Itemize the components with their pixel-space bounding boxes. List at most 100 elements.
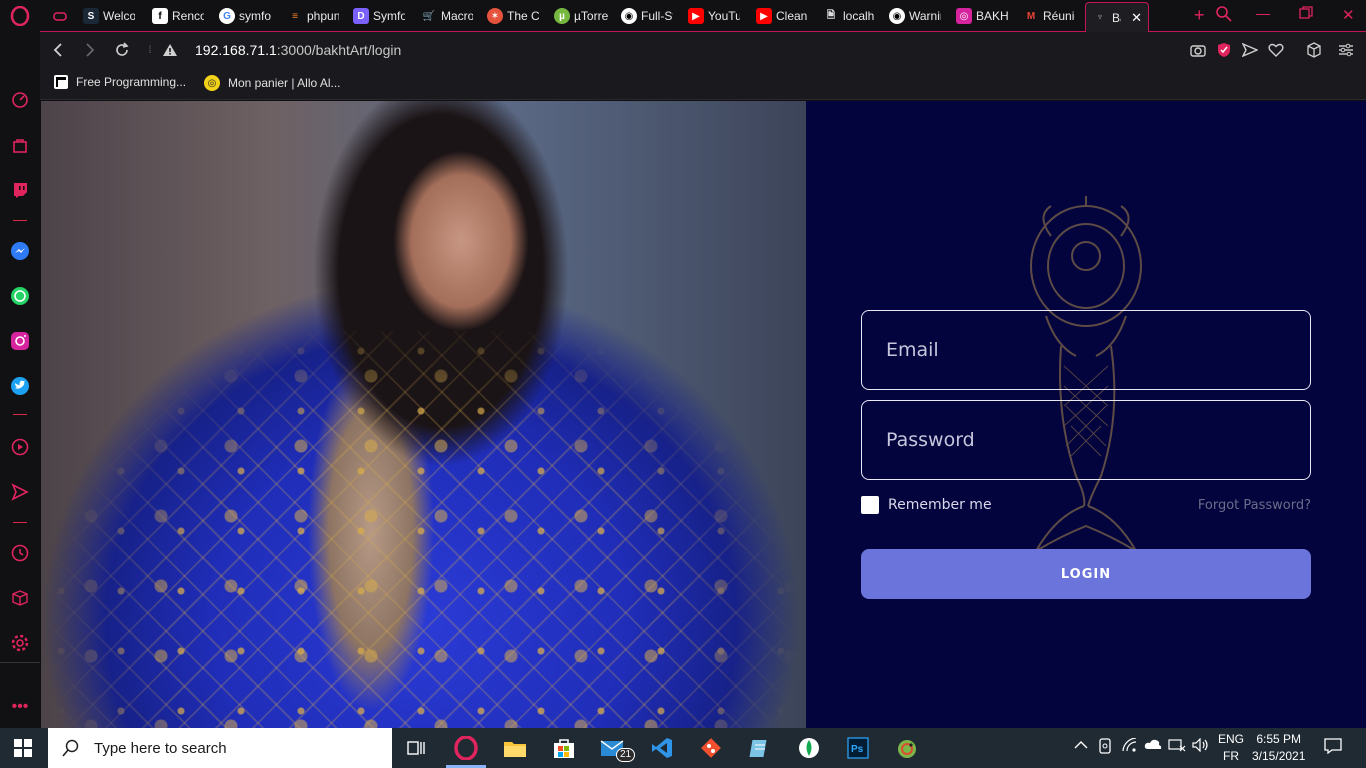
tab-13[interactable]: ◉ Warnir <box>889 4 941 28</box>
volume-icon[interactable] <box>1192 737 1210 755</box>
task-view-icon[interactable] <box>402 734 430 762</box>
bookmark-2[interactable]: ◎ Mon panier | Allo Al... <box>204 75 341 91</box>
bookmark-heart-icon[interactable] <box>1268 42 1284 58</box>
player-icon[interactable] <box>10 437 30 457</box>
windows-taskbar: Type here to search 21 Ps ENG FR 6:55 PM… <box>0 728 1366 768</box>
opera-taskbar-icon[interactable] <box>452 734 480 762</box>
extensions-cube-icon[interactable] <box>1306 42 1322 58</box>
tab-gamer[interactable] <box>52 4 68 28</box>
forward-icon[interactable] <box>80 40 100 60</box>
chameleon-app-icon[interactable] <box>893 734 921 762</box>
youtube-icon: ▶ <box>756 8 772 24</box>
github-icon: ◉ <box>889 8 905 24</box>
tab-10[interactable]: ▶ YouTu <box>688 4 740 28</box>
tab-4[interactable]: ≡ phpun <box>287 4 339 28</box>
search-tabs-icon[interactable] <box>1216 6 1232 25</box>
vscode-icon[interactable] <box>648 734 676 762</box>
messenger-icon[interactable] <box>10 241 30 261</box>
mail-icon[interactable]: 21 <box>599 734 636 762</box>
send-icon[interactable] <box>10 482 30 502</box>
close-window-icon[interactable]: ✕ <box>1342 6 1355 24</box>
easy-setup-icon[interactable] <box>1338 42 1354 58</box>
warning-insecure-icon[interactable] <box>160 40 180 60</box>
snapshot-camera-icon[interactable] <box>1190 42 1206 58</box>
back-icon[interactable] <box>48 40 68 60</box>
gamepad-icon <box>52 8 68 24</box>
mongodb-compass-icon[interactable] <box>795 734 823 762</box>
svg-text:Ps: Ps <box>851 744 864 755</box>
tab-active[interactable]: ♆ Ba ✕ <box>1085 2 1149 32</box>
history-icon[interactable] <box>10 543 30 563</box>
email-field[interactable] <box>861 310 1311 390</box>
close-tab-icon[interactable]: ✕ <box>1131 10 1142 26</box>
tab-8[interactable]: µ µTorre <box>554 4 608 28</box>
microsoft-store-icon[interactable] <box>550 734 578 762</box>
tab-14[interactable]: ◎ BAKH <box>956 4 1008 28</box>
allo-icon: ◎ <box>204 75 220 91</box>
twitter-icon[interactable] <box>10 376 30 396</box>
login-button[interactable]: LOGIN <box>861 549 1311 599</box>
shopping-bag-icon[interactable] <box>10 135 30 155</box>
tab-7[interactable]: ✶ The Cr <box>487 4 539 28</box>
stackoverflow-icon: ≡ <box>292 10 298 22</box>
tab-11[interactable]: ▶ Clean <box>756 4 808 28</box>
address-bar: ⁞ 192.168.71.1:3000/bakhtArt/login <box>40 32 1366 68</box>
tab-12[interactable]: 🗎 localh <box>823 4 875 28</box>
symfony-icon: D <box>353 8 369 24</box>
twitch-icon[interactable] <box>10 180 30 200</box>
taskbar-clock[interactable]: 6:55 PM 3/15/2021 <box>1252 731 1305 765</box>
taskbar-search[interactable]: Type here to search <box>48 728 392 768</box>
remember-me-checkbox[interactable] <box>861 496 879 514</box>
tab-6[interactable]: 🛒 Macro <box>421 4 473 28</box>
minimize-icon[interactable] <box>1256 14 1270 15</box>
tab-bar: S Welco f Renco G symfo ≡ phpun D Symfo … <box>40 0 1366 32</box>
wifi-icon[interactable] <box>1122 737 1138 755</box>
whatsapp-icon[interactable] <box>10 286 30 306</box>
onedrive-cloud-icon[interactable] <box>1144 738 1162 753</box>
tab-15[interactable]: M Réunic <box>1023 4 1075 28</box>
forgot-password-link[interactable]: Forgot Password? <box>1198 498 1311 513</box>
notepad-app-icon[interactable] <box>746 734 774 762</box>
tab-9[interactable]: ◉ Full-St <box>621 4 673 28</box>
language-indicator[interactable]: ENG FR <box>1218 731 1244 765</box>
language-code: ENG <box>1218 732 1245 746</box>
notifications-icon[interactable] <box>1324 738 1342 757</box>
new-tab-plus-icon[interactable]: + <box>1194 5 1205 26</box>
sidebar-separator <box>0 662 40 663</box>
reload-icon[interactable] <box>112 40 132 60</box>
device-icon[interactable] <box>1098 738 1112 757</box>
remember-me-label: Remember me <box>888 497 992 513</box>
remember-me[interactable]: Remember me <box>861 496 992 514</box>
instagram-icon[interactable] <box>10 331 30 351</box>
thecr-icon: ✶ <box>487 8 503 24</box>
settings-gear-icon[interactable] <box>10 633 30 653</box>
tab-5[interactable]: D Symfo <box>353 4 405 28</box>
tab-2[interactable]: f Renco <box>152 4 204 28</box>
restore-icon[interactable] <box>1299 6 1313 23</box>
tab-3[interactable]: G symfo <box>219 4 271 28</box>
network-disconnected-icon[interactable] <box>1168 738 1186 755</box>
steam-icon: S <box>83 8 99 24</box>
tab-1[interactable]: S Welco <box>83 4 135 28</box>
extensions-cube-icon[interactable] <box>10 588 30 608</box>
speed-dial-icon[interactable] <box>10 90 30 110</box>
adblock-shield-icon[interactable] <box>1216 42 1232 58</box>
bookmark-1[interactable]: Free Programming... <box>54 75 186 89</box>
windows-start-icon[interactable] <box>14 739 32 757</box>
drag-handle-icon: ⁞ <box>148 44 152 56</box>
f-icon: f <box>152 8 168 24</box>
opera-logo-icon[interactable] <box>10 6 30 26</box>
photoshop-icon[interactable]: Ps <box>844 734 872 762</box>
url-field[interactable]: 192.168.71.1:3000/bakhtArt/login <box>195 42 401 58</box>
git-icon[interactable] <box>697 734 725 762</box>
file-explorer-icon[interactable] <box>501 734 529 762</box>
send-to-flow-icon[interactable] <box>1242 42 1258 58</box>
show-hidden-icons-chevron-icon[interactable] <box>1074 738 1088 753</box>
password-input[interactable] <box>862 401 1310 479</box>
file-icon: 🗎 <box>826 9 836 21</box>
more-dots-icon[interactable]: ••• <box>10 697 30 717</box>
google-icon: G <box>219 8 235 24</box>
email-input[interactable] <box>862 311 1310 389</box>
gmail-icon: M <box>1026 10 1036 22</box>
password-field[interactable] <box>861 400 1311 480</box>
